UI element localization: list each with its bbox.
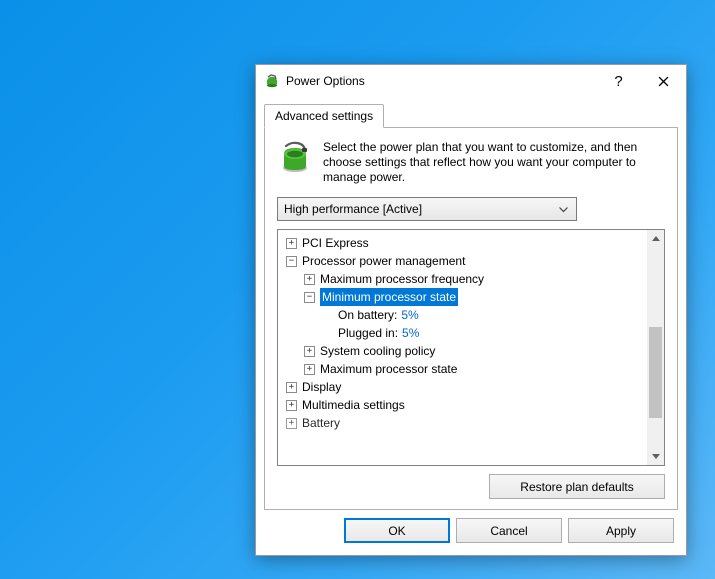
tab-strip: Advanced settings bbox=[256, 97, 686, 127]
tree-label: Battery bbox=[302, 414, 340, 432]
tree-scrollbar[interactable] bbox=[647, 230, 664, 465]
plan-dropdown[interactable]: High performance [Active] bbox=[277, 197, 577, 221]
tree-label: Display bbox=[302, 378, 341, 396]
scroll-down-button[interactable] bbox=[647, 448, 664, 465]
tree-item-on-battery[interactable]: On battery: 5% bbox=[280, 306, 645, 324]
tree-label: System cooling policy bbox=[320, 342, 435, 360]
tree-item-battery[interactable]: + Battery bbox=[280, 414, 645, 432]
titlebar: Power Options ? bbox=[256, 65, 686, 97]
collapse-icon[interactable]: − bbox=[286, 256, 297, 267]
tree-label: Maximum processor frequency bbox=[320, 270, 484, 288]
restore-row: Restore plan defaults bbox=[277, 466, 665, 499]
tree-item-processor-power-management[interactable]: − Processor power management bbox=[280, 252, 645, 270]
tree-label-selected: Minimum processor state bbox=[320, 288, 458, 306]
settings-tree-container: + PCI Express − Processor power manageme… bbox=[277, 229, 665, 466]
expand-icon[interactable]: + bbox=[286, 382, 297, 393]
close-button[interactable] bbox=[641, 65, 686, 97]
tree-item-plugged-in[interactable]: Plugged in: 5% bbox=[280, 324, 645, 342]
tree-label: PCI Express bbox=[302, 234, 369, 252]
chevron-down-icon bbox=[554, 202, 572, 216]
power-plan-icon bbox=[277, 140, 313, 176]
collapse-icon[interactable]: − bbox=[304, 292, 315, 303]
ok-button[interactable]: OK bbox=[344, 518, 450, 543]
power-options-icon bbox=[264, 73, 280, 89]
setting-value-link[interactable]: 5% bbox=[401, 306, 418, 324]
setting-label: Plugged in: bbox=[338, 324, 398, 342]
help-button[interactable]: ? bbox=[596, 65, 641, 97]
desktop-background: Power Options ? Advanced settings bbox=[0, 0, 715, 579]
plan-dropdown-value: High performance [Active] bbox=[284, 202, 422, 216]
setting-value-link[interactable]: 5% bbox=[402, 324, 419, 342]
apply-button[interactable]: Apply bbox=[568, 518, 674, 543]
tree-label: Processor power management bbox=[302, 252, 465, 270]
scroll-thumb[interactable] bbox=[649, 327, 662, 417]
tree-item-max-processor-state[interactable]: + Maximum processor state bbox=[280, 360, 645, 378]
tree-item-multimedia-settings[interactable]: + Multimedia settings bbox=[280, 396, 645, 414]
tab-advanced-settings[interactable]: Advanced settings bbox=[264, 104, 384, 128]
scroll-track[interactable] bbox=[647, 247, 664, 448]
expand-icon[interactable]: + bbox=[286, 418, 297, 429]
setting-label: On battery: bbox=[338, 306, 397, 324]
expand-icon[interactable]: + bbox=[304, 274, 315, 285]
tree-item-min-processor-state[interactable]: − Minimum processor state bbox=[280, 288, 645, 306]
tree-label: Maximum processor state bbox=[320, 360, 457, 378]
expand-icon[interactable]: + bbox=[304, 346, 315, 357]
intro-text: Select the power plan that you want to c… bbox=[323, 140, 665, 185]
expand-icon[interactable]: + bbox=[304, 364, 315, 375]
expand-icon[interactable]: + bbox=[286, 238, 297, 249]
scroll-up-button[interactable] bbox=[647, 230, 664, 247]
settings-tree[interactable]: + PCI Express − Processor power manageme… bbox=[278, 230, 647, 465]
tree-item-system-cooling-policy[interactable]: + System cooling policy bbox=[280, 342, 645, 360]
restore-plan-defaults-button[interactable]: Restore plan defaults bbox=[489, 474, 665, 499]
tree-item-max-processor-frequency[interactable]: + Maximum processor frequency bbox=[280, 270, 645, 288]
intro-row: Select the power plan that you want to c… bbox=[277, 140, 665, 185]
tree-item-pci-express[interactable]: + PCI Express bbox=[280, 234, 645, 252]
dialog-button-row: OK Cancel Apply bbox=[256, 518, 686, 555]
tree-item-display[interactable]: + Display bbox=[280, 378, 645, 396]
expand-icon[interactable]: + bbox=[286, 400, 297, 411]
window-title: Power Options bbox=[286, 74, 596, 88]
tree-label: Multimedia settings bbox=[302, 396, 405, 414]
cancel-button[interactable]: Cancel bbox=[456, 518, 562, 543]
power-options-dialog: Power Options ? Advanced settings bbox=[255, 64, 687, 556]
tab-body: Select the power plan that you want to c… bbox=[264, 127, 678, 510]
